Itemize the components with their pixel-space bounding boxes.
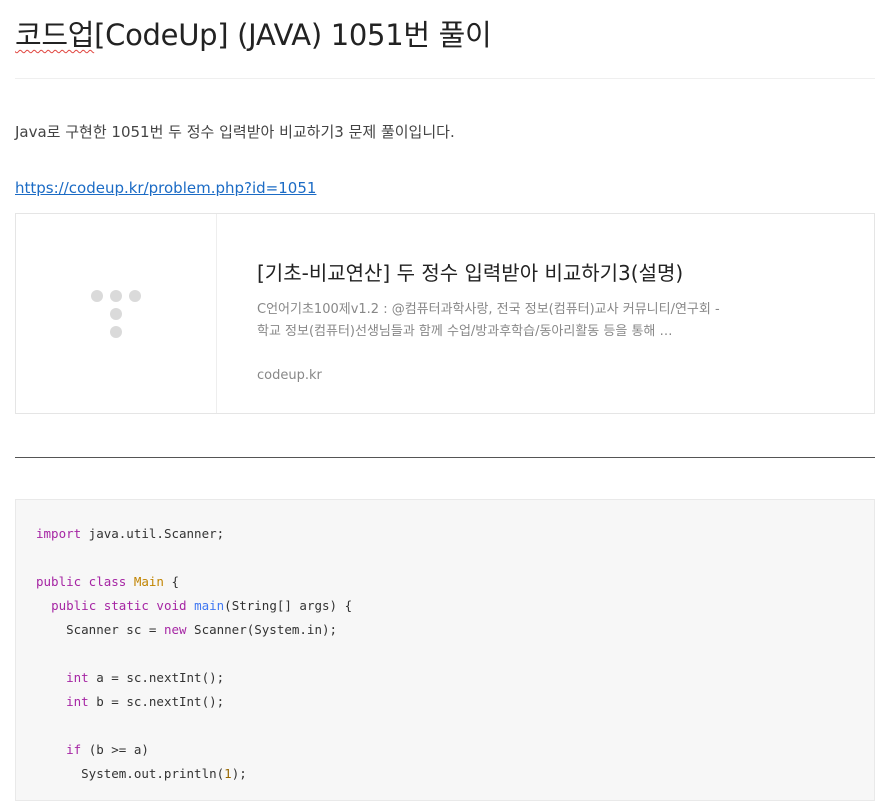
title-prefix: 코드업 <box>15 18 95 52</box>
horizontal-rule <box>15 457 875 458</box>
link-preview-title: [기초-비교연산] 두 정수 입력받아 비교하기3(설명) <box>257 261 684 285</box>
page-title: 코드업[CodeUp] (JAVA) 1051번 풀이 <box>15 12 492 54</box>
title-divider <box>15 78 875 79</box>
title-text: [CodeUp] (JAVA) 1051번 풀이 <box>94 18 492 52</box>
code-line: System.out.println(1); <box>36 766 247 781</box>
code-line: public static void main(String[] args) { <box>51 598 353 613</box>
intro-paragraph: Java로 구현한 1051번 두 정수 입력받아 비교하기3 문제 풀이입니다… <box>15 123 455 141</box>
problem-link[interactable]: https://codeup.kr/problem.php?id=1051 <box>15 179 316 197</box>
link-preview-body: [기초-비교연산] 두 정수 입력받아 비교하기3(설명) C언어기초100제v… <box>217 214 874 413</box>
code-line: import java.util.Scanner; <box>36 526 225 541</box>
link-preview-host: codeup.kr <box>257 368 322 383</box>
code-line: Scanner sc = new Scanner(System.in); <box>36 622 338 637</box>
code-content: import java.util.Scanner; public class Ma… <box>36 522 352 786</box>
code-line: if (b >= a) <box>66 742 149 757</box>
link-preview-card[interactable]: [기초-비교연산] 두 정수 입력받아 비교하기3(설명) C언어기초100제v… <box>15 213 875 414</box>
code-line: public class Main { <box>36 574 180 589</box>
code-line: int a = sc.nextInt(); <box>66 670 225 685</box>
codeup-logo-icon <box>91 290 141 340</box>
link-preview-description: C언어기초100제v1.2 : @컴퓨터과학사랑, 전국 정보(컴퓨터)교사 커… <box>257 302 720 339</box>
code-block: import java.util.Scanner; public class Ma… <box>15 499 875 801</box>
link-preview-thumbnail <box>16 214 217 413</box>
code-line: int b = sc.nextInt(); <box>66 694 225 709</box>
